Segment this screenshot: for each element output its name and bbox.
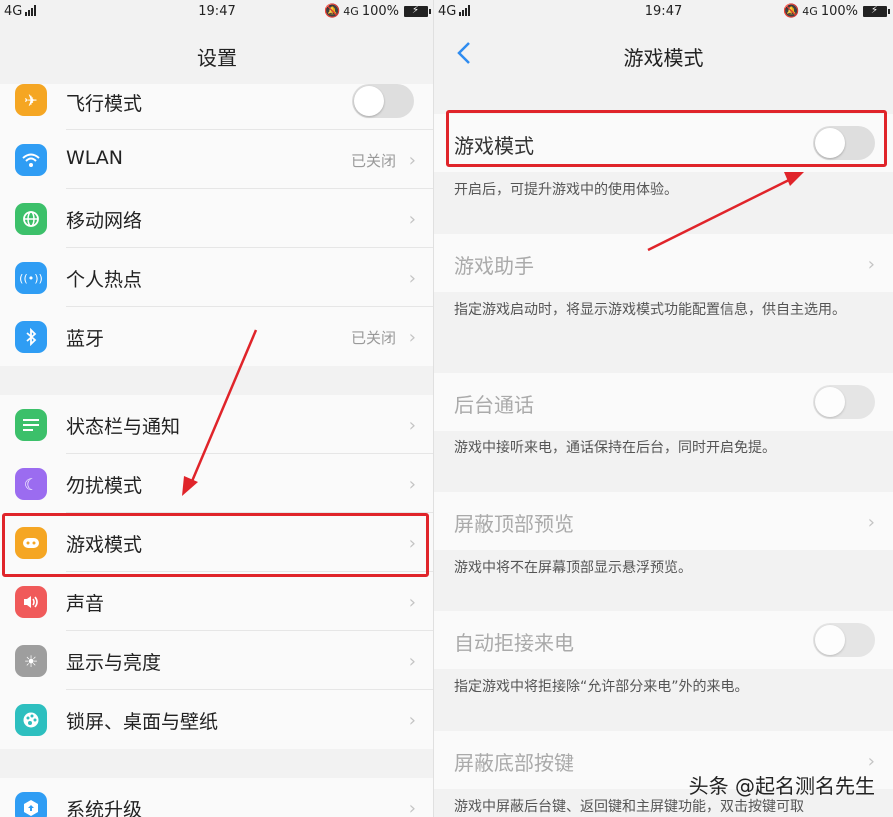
arrow-to-game-mode-toggle <box>647 176 794 252</box>
arrow-head-icon <box>182 476 198 496</box>
annotation-arrows <box>182 172 804 496</box>
arrow-to-game-mode-item <box>188 329 258 487</box>
arrow-head-icon <box>784 172 804 186</box>
